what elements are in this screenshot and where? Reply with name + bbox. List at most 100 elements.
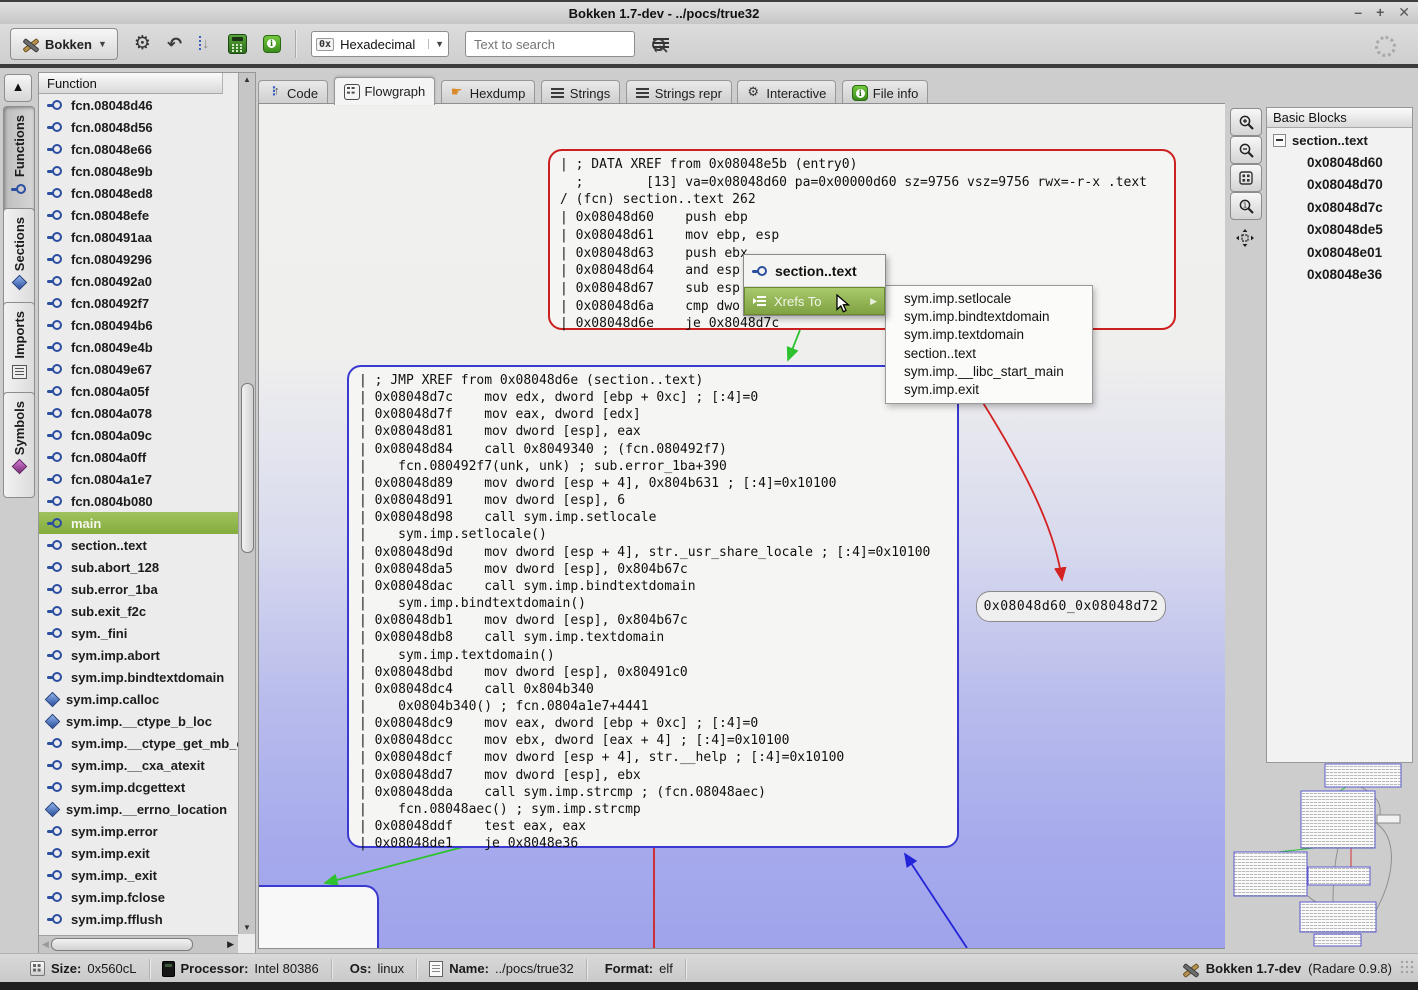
sidebar-tab-sections[interactable]: Sections <box>3 208 35 314</box>
basic-block-address[interactable]: 0x08048d7c <box>1267 197 1412 219</box>
collapse-expander-icon[interactable] <box>1273 134 1286 147</box>
basic-block-address[interactable]: 0x08048de5 <box>1267 219 1412 241</box>
function-list-vscrollbar[interactable]: ▲ ▼ <box>238 73 255 934</box>
basic-block-address[interactable]: 0x08048e36 <box>1267 264 1412 286</box>
close-button[interactable]: ✕ <box>1398 4 1410 21</box>
encoding-select[interactable]: 0x Hexadecimal ▼ <box>311 31 449 57</box>
function-list-item[interactable]: fcn.08048ed8 <box>39 182 238 204</box>
minimize-button[interactable]: – <box>1354 4 1362 21</box>
function-list-item[interactable]: fcn.08049e67 <box>39 358 238 380</box>
basic-block-address[interactable]: 0x08048d60 <box>1267 152 1412 174</box>
maximize-button[interactable]: + <box>1376 4 1384 21</box>
function-list-item[interactable]: fcn.0804a09c <box>39 424 238 446</box>
xrefs-submenu-item[interactable]: sym.imp.setlocale <box>886 290 1092 308</box>
function-list-item[interactable]: fcn.080492a0 <box>39 270 238 292</box>
function-list-item[interactable]: section..text <box>39 534 238 556</box>
function-list-item[interactable]: fcn.08049e4b <box>39 336 238 358</box>
function-list-item[interactable]: sym.imp.abort <box>39 644 238 666</box>
function-list-item[interactable]: sym.imp.bindtextdomain <box>39 666 238 688</box>
function-list-item[interactable]: sym.imp.__cxa_atexit <box>39 754 238 776</box>
zoom-out-button[interactable] <box>1230 136 1262 164</box>
vscrollbar-thumb[interactable] <box>241 383 254 553</box>
function-list-item[interactable]: sym.imp._exit <box>39 864 238 886</box>
basic-block-address[interactable]: 0x08048d70 <box>1267 174 1412 196</box>
view-tab[interactable]: Interactive <box>737 80 836 105</box>
function-item-icon <box>45 691 61 707</box>
xrefs-submenu-item[interactable]: sym.imp.textdomain <box>886 326 1092 344</box>
xrefs-submenu-item[interactable]: section..text <box>886 345 1092 363</box>
scroll-down-icon[interactable]: ▼ <box>239 923 255 932</box>
function-list-item[interactable]: sym.imp.__ctype_b_loc <box>39 710 238 732</box>
function-list-item[interactable]: fcn.080491aa <box>39 226 238 248</box>
function-list-item[interactable]: fcn.08048d56 <box>39 116 238 138</box>
goto-offset-icon[interactable] <box>198 35 212 53</box>
function-list-item[interactable]: fcn.08048e66 <box>39 138 238 160</box>
function-list-item[interactable]: sym.imp.calloc <box>39 688 238 710</box>
function-list-item[interactable]: fcn.08049296 <box>39 248 238 270</box>
context-menu-item-xrefs[interactable]: Xrefs To ▶ <box>744 287 885 315</box>
sidebar-tab-functions[interactable]: Functions <box>3 106 35 220</box>
basic-block-main[interactable]: | ; JMP XREF from 0x08048d6e (section..t… <box>347 365 959 848</box>
search-input[interactable] <box>472 36 652 53</box>
function-list-item[interactable]: sym.imp.error <box>39 820 238 842</box>
view-tab[interactable]: Strings <box>541 80 620 105</box>
function-list-item[interactable]: fcn.08048d46 <box>39 94 238 116</box>
scroll-right-icon[interactable]: ▶ <box>227 939 234 950</box>
sidebar-tab-symbols[interactable]: Symbols <box>3 392 35 498</box>
asm-line: | 0x08048d98 call sym.imp.setlocale <box>359 509 947 526</box>
scroll-up-icon[interactable]: ▲ <box>239 75 255 84</box>
xrefs-submenu-item[interactable]: sym.imp.exit <box>886 381 1092 399</box>
calculator-icon[interactable] <box>228 34 247 54</box>
bokken-menu-button[interactable]: Bokken ▼ <box>10 28 118 60</box>
flowgraph-canvas[interactable]: | ; DATA XREF from 0x08048e5b (entry0) ;… <box>258 103 1225 949</box>
function-list-item[interactable]: fcn.0804a05f <box>39 380 238 402</box>
view-tab[interactable]: Flowgraph <box>334 77 436 105</box>
view-tab[interactable]: Hexdump <box>441 80 536 105</box>
collapse-sidebar-button[interactable]: ▲ <box>4 74 32 102</box>
view-tab[interactable]: Strings repr <box>626 80 732 105</box>
function-list-item[interactable]: sym.imp.dcgettext <box>39 776 238 798</box>
function-list-item[interactable]: sym._fini <box>39 622 238 644</box>
sidebar-tab-imports[interactable]: Imports <box>3 302 35 404</box>
function-list-item[interactable]: fcn.0804a078 <box>39 402 238 424</box>
function-list-item[interactable]: fcn.08048efe <box>39 204 238 226</box>
info-icon[interactable] <box>263 35 281 53</box>
scroll-left-icon[interactable]: ◀ <box>42 939 49 950</box>
graph-minimap[interactable] <box>1230 762 1418 948</box>
reload-icon[interactable]: ↶ <box>167 35 182 53</box>
function-list-item[interactable]: sub.error_1ba <box>39 578 238 600</box>
function-list-item[interactable]: sym.imp.fclose <box>39 886 238 908</box>
zoom-fit-button[interactable] <box>1230 164 1262 192</box>
titlebar[interactable]: Bokken 1.7-dev - ../pocs/true32 – + ✕ <box>0 0 1418 27</box>
resize-grip[interactable] <box>1400 960 1414 974</box>
zoom-100-button[interactable]: 1 <box>1230 192 1262 220</box>
function-list-item[interactable]: sym.imp.__errno_location <box>39 798 238 820</box>
basic-blocks-root[interactable]: section..text <box>1267 128 1412 152</box>
basic-block-partial[interactable] <box>258 885 379 949</box>
function-list-item[interactable]: sub.exit_f2c <box>39 600 238 622</box>
function-list-item[interactable]: sym.imp.__ctype_get_mb_cu <box>39 732 238 754</box>
settings-gear-icon[interactable]: ⚙ <box>134 35 151 53</box>
function-column-header[interactable]: Function <box>39 73 223 94</box>
view-tab[interactable]: Code <box>258 80 328 105</box>
xrefs-submenu-item[interactable]: sym.imp.bindtextdomain <box>886 308 1092 326</box>
basic-block-stub[interactable]: 0x08048d60_0x08048d72 <box>976 591 1166 622</box>
function-list-item[interactable]: sub.abort_128 <box>39 556 238 578</box>
basic-block-address[interactable]: 0x08048e01 <box>1267 242 1412 264</box>
function-list-item[interactable]: fcn.0804b080 <box>39 490 238 512</box>
sections-bars-icon[interactable] <box>653 37 669 51</box>
function-list-item[interactable]: fcn.080492f7 <box>39 292 238 314</box>
function-list-item[interactable]: fcn.080494b6 <box>39 314 238 336</box>
function-list-item[interactable]: sym.imp.exit <box>39 842 238 864</box>
function-list-item[interactable]: fcn.0804a0ff <box>39 446 238 468</box>
view-tab[interactable]: File info <box>842 80 929 105</box>
zoom-in-button[interactable] <box>1230 108 1262 136</box>
function-list-item[interactable]: main <box>39 512 238 534</box>
function-list-item[interactable]: fcn.08048e9b <box>39 160 238 182</box>
xrefs-submenu-item[interactable]: sym.imp.__libc_start_main <box>886 363 1092 381</box>
function-list-item[interactable]: fcn.0804a1e7 <box>39 468 238 490</box>
hscrollbar-thumb[interactable] <box>51 938 193 951</box>
pan-tool-icon[interactable] <box>1234 227 1256 249</box>
function-list-item[interactable]: sym.imp.fflush <box>39 908 238 930</box>
function-list-hscrollbar[interactable]: ◀ ▶ <box>39 935 238 953</box>
